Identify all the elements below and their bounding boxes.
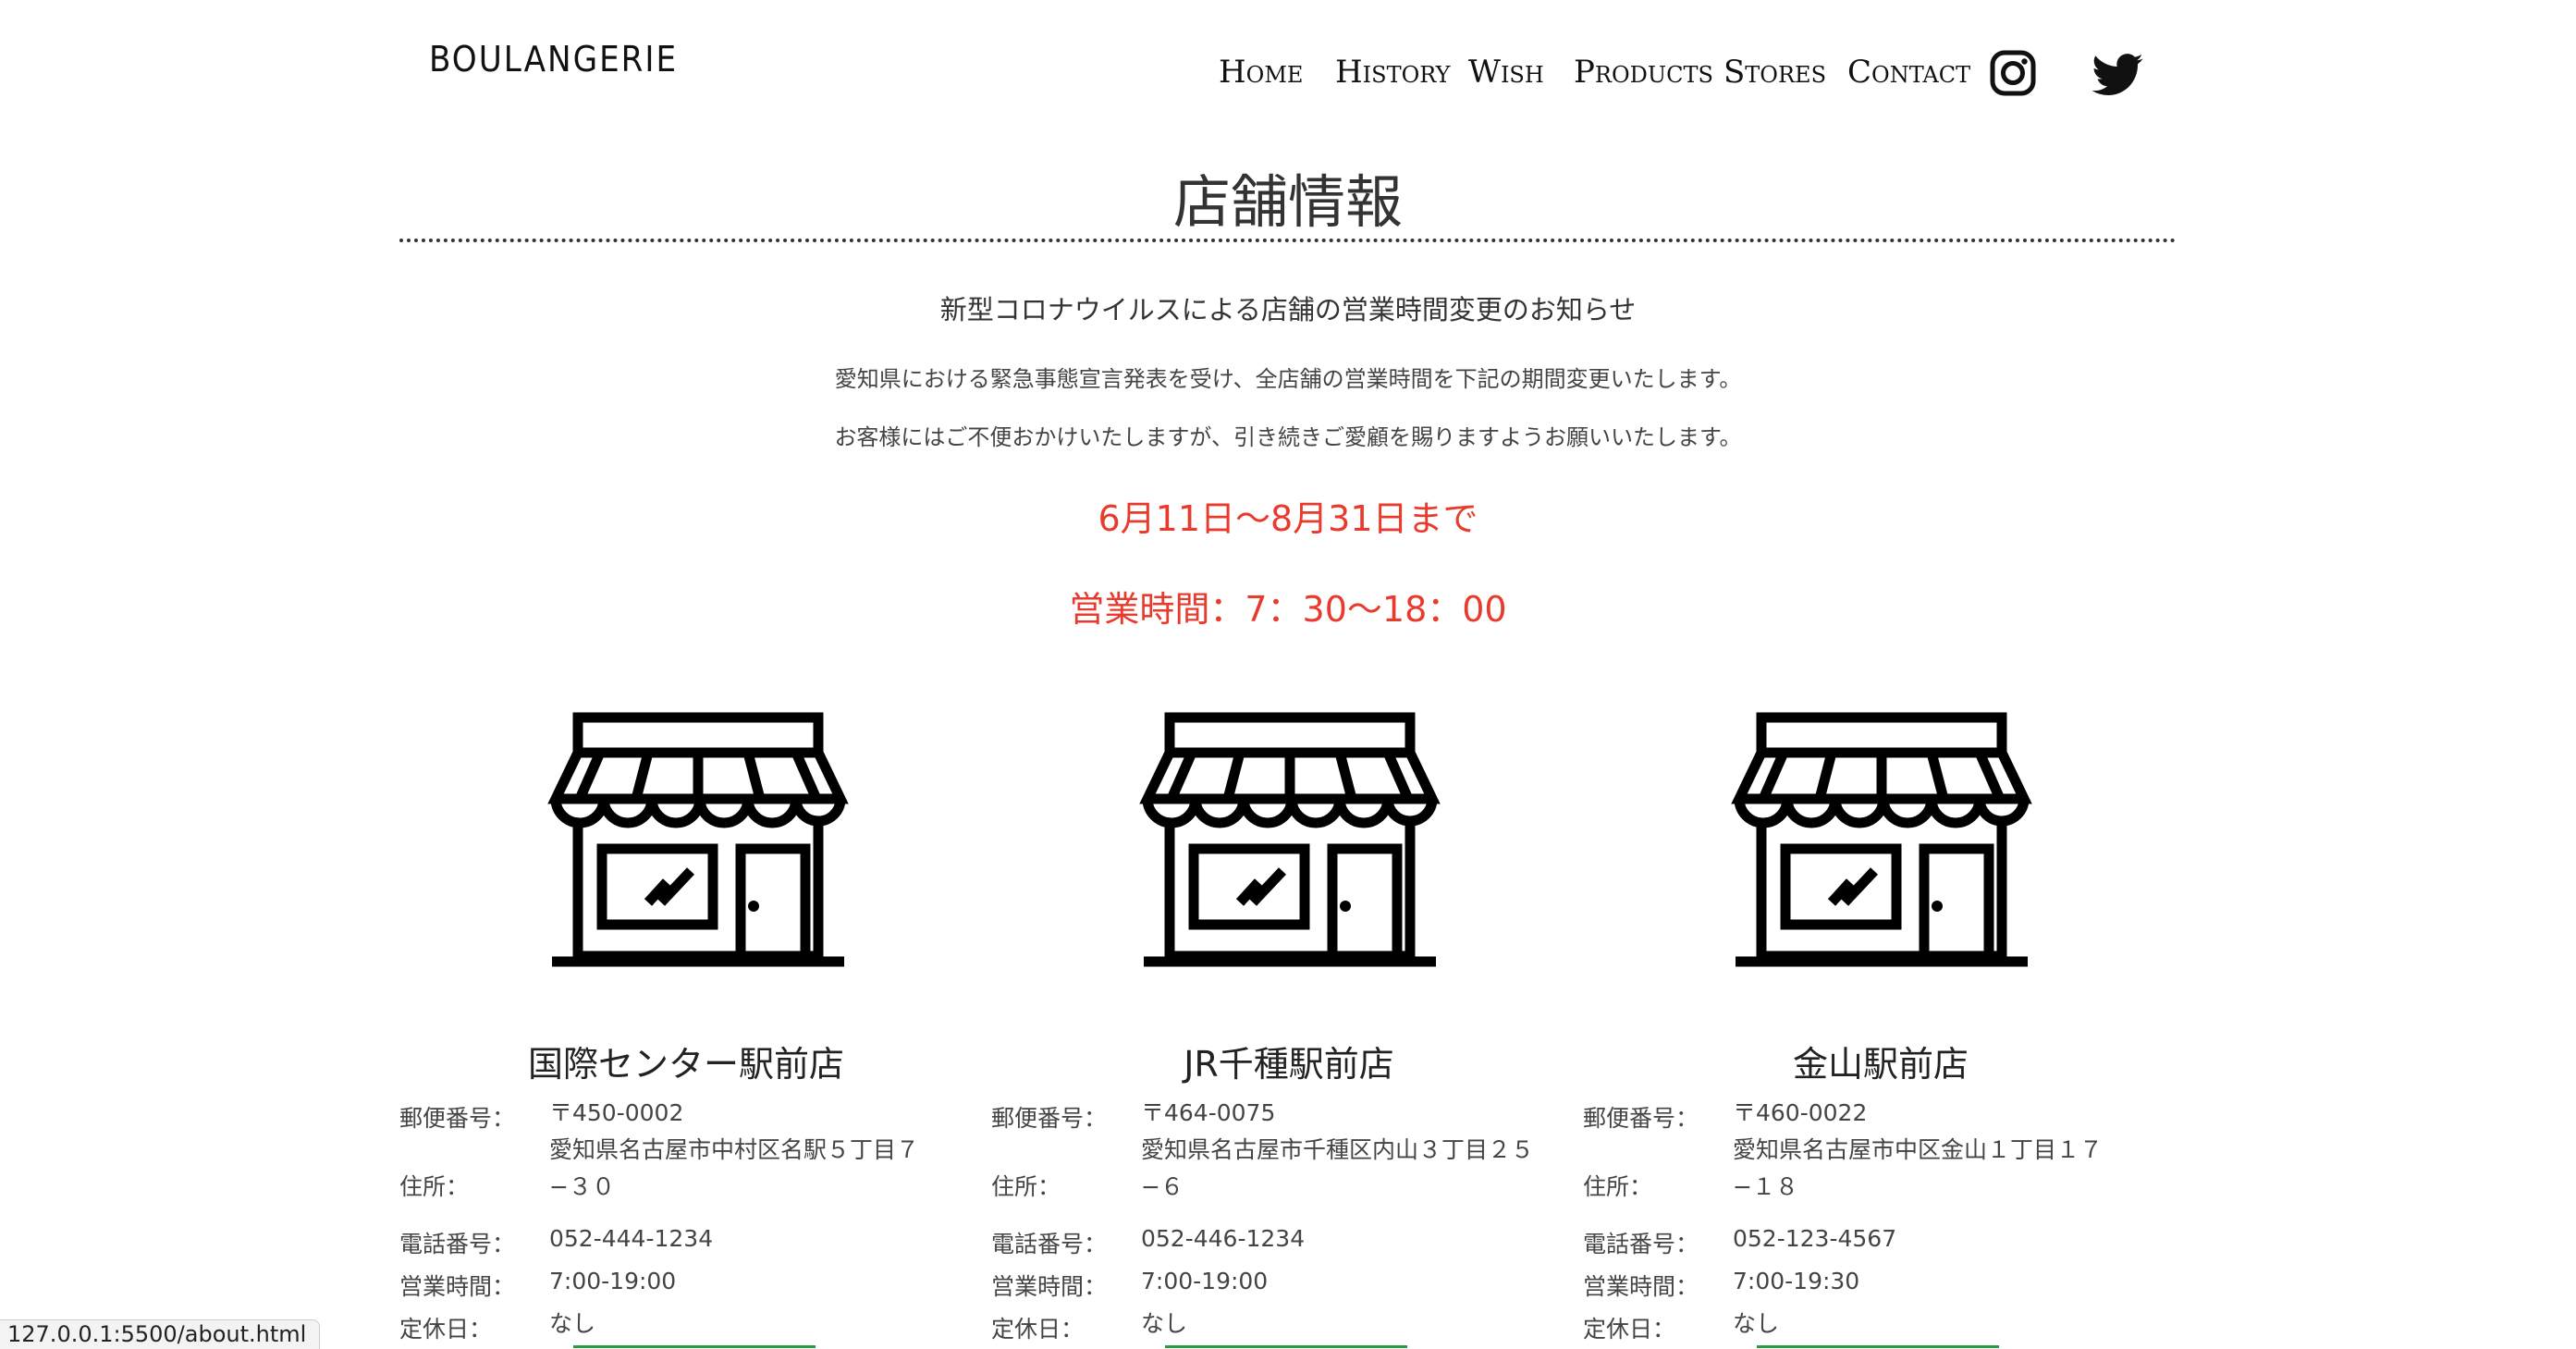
notice-period: 6月11日〜8月31日まで (1098, 498, 1478, 539)
phone-label: 電話番号： (1583, 1231, 1699, 1257)
twitter-icon[interactable] (2091, 54, 2143, 100)
address-value: 愛知県名古屋市中区金山１丁目１７−１８ (1733, 1136, 2104, 1200)
closed-value: なし (549, 1310, 596, 1337)
phone-label: 電話番号： (399, 1231, 516, 1257)
closed-label: 定休日： (991, 1316, 1085, 1343)
notice-text-2: お客様にはご不便おかけいたしますが、引き続きご愛顧を賜りますようお願いいたします… (834, 424, 1742, 450)
postal-value: 〒450-0002 (549, 1099, 684, 1126)
phone-value: 052-446-1234 (1141, 1225, 1306, 1252)
address-label: 住所： (1583, 1173, 1653, 1200)
store-name: 金山駅前店 (1792, 1044, 1969, 1085)
hours-label: 営業時間： (399, 1273, 516, 1300)
notice-heading: 新型コロナウイルスによる店舗の営業時間変更のお知らせ (939, 294, 1637, 325)
nav-contact[interactable]: Contact (1847, 54, 1970, 91)
nav-home[interactable]: Home (1219, 54, 1303, 91)
address-label: 住所： (399, 1173, 470, 1200)
store-icon (1139, 712, 1441, 967)
notice-text-1: 愛知県における緊急事態宣言発表を受け、全店舗の営業時間を下記の期間変更いたします… (834, 366, 1742, 392)
hours-label: 営業時間： (991, 1273, 1108, 1300)
postal-value: 〒460-0022 (1733, 1099, 1868, 1126)
nav-history[interactable]: History (1335, 54, 1450, 91)
nav-stores[interactable]: Stores (1723, 54, 1826, 91)
store-icon (547, 712, 849, 967)
nav-wish[interactable]: Wish (1468, 54, 1544, 91)
postal-value: 〒464-0075 (1141, 1099, 1276, 1126)
closed-value: なし (1141, 1310, 1188, 1337)
closed-value: なし (1733, 1310, 1780, 1337)
instagram-icon[interactable] (1990, 50, 2036, 100)
title-divider (399, 239, 2177, 242)
phone-value: 052-444-1234 (549, 1225, 714, 1252)
store-name: 国際センター駅前店 (527, 1044, 844, 1085)
store-icon (1731, 712, 2032, 967)
phone-value: 052-123-4567 (1733, 1225, 1897, 1252)
address-value: 愛知県名古屋市中村区名駅５丁目７−３０ (549, 1136, 920, 1200)
store-name: JR千種駅前店 (1184, 1044, 1394, 1085)
hours-value: 7:00-19:00 (549, 1268, 677, 1294)
notice-hours: 営業時間：7：30〜18：00 (1069, 589, 1507, 630)
postal-label: 郵便番号： (991, 1105, 1108, 1132)
closed-label: 定休日： (399, 1316, 493, 1343)
address-label: 住所： (991, 1173, 1061, 1200)
nav-products[interactable]: Products (1574, 54, 1713, 91)
hours-value: 7:00-19:30 (1733, 1268, 1860, 1294)
address-value: 愛知県名古屋市千種区内山３丁目２５−６ (1141, 1136, 1535, 1200)
site-logo[interactable]: BOULANGERIE (429, 39, 678, 80)
hours-value: 7:00-19:00 (1141, 1268, 1269, 1294)
hours-label: 営業時間： (1583, 1273, 1699, 1300)
postal-label: 郵便番号： (399, 1105, 516, 1132)
page-title: 店舗情報 (1172, 168, 1403, 236)
closed-label: 定休日： (1583, 1316, 1676, 1343)
phone-label: 電話番号： (991, 1231, 1108, 1257)
postal-label: 郵便番号： (1583, 1105, 1699, 1132)
status-bar-url: 127.0.0.1:5500/about.html (0, 1319, 321, 1349)
